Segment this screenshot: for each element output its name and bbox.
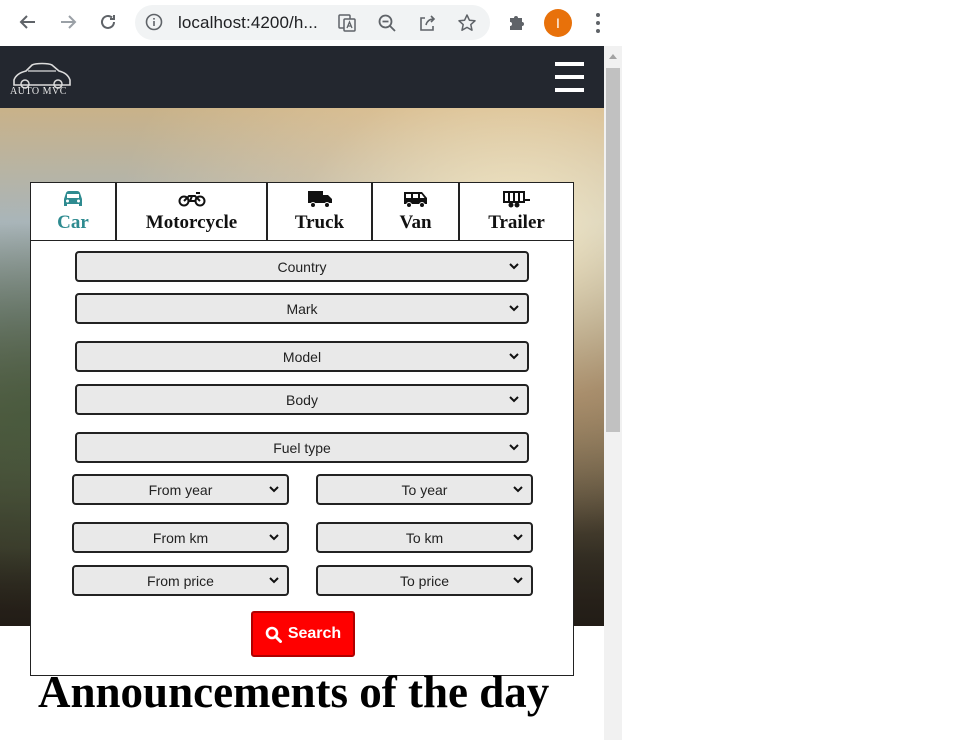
to-year-select[interactable]: To year: [316, 474, 533, 505]
search-button[interactable]: Search: [251, 611, 355, 657]
tab-label: Trailer: [488, 212, 545, 233]
car-icon: [64, 191, 82, 206]
tab-label: Van: [399, 212, 432, 233]
chevron-down-icon: [513, 577, 523, 584]
fuel-type-select[interactable]: Fuel type: [75, 432, 529, 463]
select-value: Fuel type: [273, 439, 331, 456]
select-value: Model: [282, 348, 322, 365]
search-form: Car Motorcycle Truck Van Trailer Country…: [30, 182, 574, 676]
country-select[interactable]: Country: [75, 251, 529, 282]
translate-icon: [338, 14, 356, 32]
extensions-button[interactable]: [503, 8, 531, 36]
from-price-select[interactable]: From price: [72, 565, 289, 596]
select-value: From year: [148, 481, 213, 498]
tab-label: Truck: [294, 212, 345, 233]
logo-text: AUTO MVC: [10, 86, 67, 97]
kebab-menu-icon[interactable]: [588, 10, 608, 36]
tab-motorcycle[interactable]: Motorcycle: [117, 183, 268, 240]
vehicle-type-tabs: Car Motorcycle Truck Van Trailer: [31, 183, 573, 241]
browser-toolbar: localhost:4200/h... I: [0, 0, 960, 46]
select-value: From price: [147, 572, 214, 589]
select-value: To year: [401, 481, 448, 498]
site-navbar: AUTO MVC: [0, 46, 604, 108]
puzzle-icon: [510, 16, 524, 30]
from-km-select[interactable]: From km: [72, 522, 289, 553]
body-select[interactable]: Body: [75, 384, 529, 415]
model-select[interactable]: Model: [75, 341, 529, 372]
translate-button[interactable]: [336, 12, 358, 34]
page-viewport: AUTO MVC Car Motorcycle Truck Van Traile…: [0, 46, 604, 740]
tab-label: Car: [57, 212, 89, 233]
zoom-out-icon: [378, 14, 396, 32]
reload-icon: [101, 14, 115, 29]
truck-icon: [307, 191, 332, 208]
chevron-down-icon: [269, 534, 279, 541]
info-icon: [145, 13, 163, 31]
hamburger-menu-button[interactable]: [555, 62, 585, 93]
scrollbar-thumb[interactable]: [606, 68, 620, 432]
reload-button[interactable]: [94, 8, 122, 36]
search-button-label: Search: [287, 625, 342, 642]
tab-label: Motorcycle: [145, 212, 238, 233]
arrow-right-icon: [61, 15, 77, 29]
arrow-left-icon: [19, 15, 35, 29]
tab-car[interactable]: Car: [31, 183, 117, 240]
to-km-select[interactable]: To km: [316, 522, 533, 553]
address-bar[interactable]: localhost:4200/h...: [135, 5, 490, 40]
bookmark-button[interactable]: [456, 12, 478, 34]
forward-button[interactable]: [54, 8, 82, 36]
chevron-down-icon: [509, 444, 519, 451]
from-year-select[interactable]: From year: [72, 474, 289, 505]
zoom-button[interactable]: [376, 12, 398, 34]
search-icon: [265, 626, 282, 643]
motorcycle-icon: [178, 192, 205, 207]
to-price-select[interactable]: To price: [316, 565, 533, 596]
select-value: Mark: [286, 300, 318, 317]
chevron-down-icon: [509, 353, 519, 360]
profile-avatar[interactable]: I: [544, 9, 572, 37]
share-button[interactable]: [416, 12, 438, 34]
tab-truck[interactable]: Truck: [268, 183, 373, 240]
select-value: To price: [399, 572, 450, 589]
select-value: From km: [152, 529, 209, 546]
chevron-down-icon: [269, 486, 279, 493]
select-value: To km: [405, 529, 444, 546]
chevron-down-icon: [509, 396, 519, 403]
hero-background: Car Motorcycle Truck Van Trailer Country…: [0, 108, 604, 676]
page-scrollbar[interactable]: [604, 46, 622, 740]
back-button[interactable]: [14, 8, 42, 36]
url-text: localhost:4200/h...: [178, 13, 318, 32]
select-value: Country: [277, 258, 327, 275]
tab-trailer[interactable]: Trailer: [460, 183, 573, 240]
section-title: Announcements of the day: [38, 667, 550, 717]
chevron-down-icon: [513, 534, 523, 541]
scroll-up-arrow-icon[interactable]: [609, 54, 617, 59]
trailer-icon: [502, 191, 530, 208]
chevron-down-icon: [509, 305, 519, 312]
van-icon: [403, 192, 427, 208]
select-value: Body: [286, 391, 318, 408]
star-icon: [458, 14, 476, 31]
tab-van[interactable]: Van: [373, 183, 460, 240]
mark-select[interactable]: Mark: [75, 293, 529, 324]
chevron-down-icon: [269, 577, 279, 584]
share-icon: [420, 15, 436, 31]
chevron-down-icon: [513, 486, 523, 493]
chevron-down-icon: [509, 263, 519, 270]
